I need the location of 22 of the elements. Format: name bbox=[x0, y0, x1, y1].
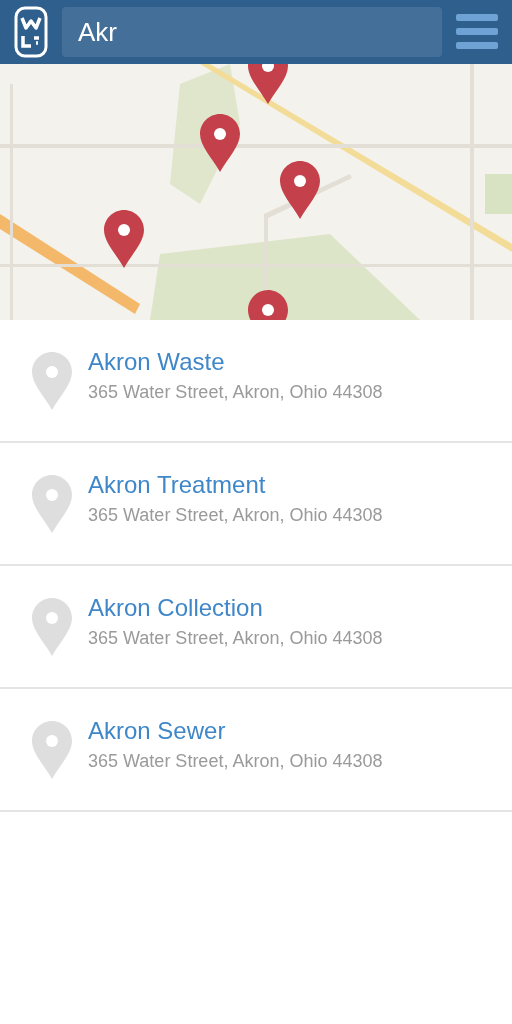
result-name[interactable]: Akron Sewer bbox=[88, 717, 383, 745]
map-pin-icon[interactable] bbox=[104, 210, 144, 268]
location-pin-icon bbox=[32, 351, 72, 410]
location-pin-icon bbox=[32, 597, 72, 656]
result-item[interactable]: Akron Waste 365 Water Street, Akron, Ohio 44308 bbox=[0, 320, 512, 443]
map-pin-icon[interactable] bbox=[280, 161, 320, 219]
result-item[interactable]: Akron Treatment 365 Water Street, Akron, Ohio 44308 bbox=[0, 443, 512, 566]
result-item[interactable]: Akron Collection 365 Water Street, Akron, Ohio 44308 bbox=[0, 566, 512, 689]
result-name[interactable]: Akron Treatment bbox=[88, 471, 383, 499]
search-field[interactable]: Akr bbox=[62, 7, 442, 57]
menu-icon[interactable] bbox=[456, 14, 498, 50]
result-address: 365 Water Street, Akron, Ohio 44308 bbox=[88, 628, 383, 649]
result-name[interactable]: Akron Waste bbox=[88, 348, 383, 376]
result-address: 365 Water Street, Akron, Ohio 44308 bbox=[88, 382, 383, 403]
location-pin-icon bbox=[32, 720, 72, 779]
map-pin-icon[interactable] bbox=[200, 114, 240, 172]
result-name[interactable]: Akron Collection bbox=[88, 594, 383, 622]
result-item[interactable]: Akron Sewer 365 Water Street, Akron, Ohio 44308 bbox=[0, 689, 512, 812]
logo-icon[interactable] bbox=[14, 6, 48, 58]
location-pin-icon bbox=[32, 474, 72, 533]
result-address: 365 Water Street, Akron, Ohio 44308 bbox=[88, 505, 383, 526]
result-address: 365 Water Street, Akron, Ohio 44308 bbox=[88, 751, 383, 772]
